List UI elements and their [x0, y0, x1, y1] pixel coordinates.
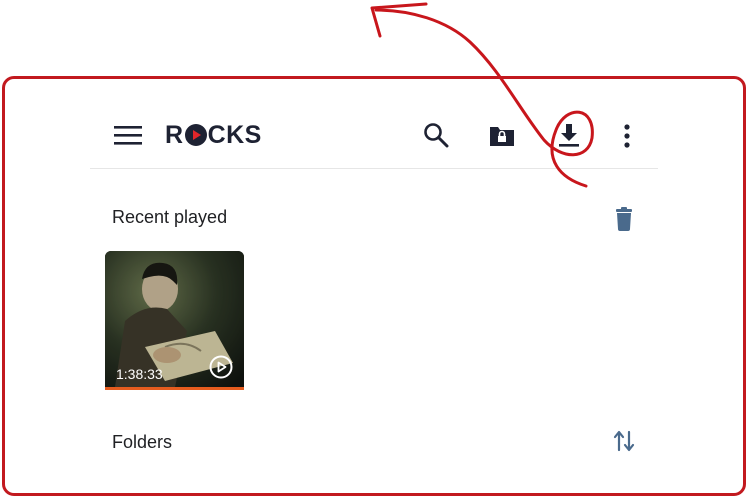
menu-icon[interactable]: [114, 124, 142, 146]
search-icon[interactable]: [423, 122, 449, 148]
trash-icon[interactable]: [614, 207, 634, 231]
more-vert-icon[interactable]: [620, 123, 634, 149]
app-logo: R CKS: [165, 119, 262, 151]
folders-title: Folders: [112, 432, 173, 452]
play-circle-icon[interactable]: [209, 355, 233, 379]
logo-play-icon: [184, 124, 207, 146]
watch-progress-bar: [105, 387, 244, 390]
private-folder-icon[interactable]: [488, 122, 516, 148]
download-icon[interactable]: [557, 122, 581, 148]
recent-played-title: Recent played: [112, 207, 228, 227]
video-duration: 1:38:33: [116, 366, 163, 382]
annotation-arrowhead: [370, 2, 428, 38]
logo-text-end: CKS: [207, 120, 262, 149]
logo-text-start: R: [165, 120, 184, 149]
toolbar-divider: [90, 168, 658, 169]
sort-icon[interactable]: [613, 430, 635, 452]
